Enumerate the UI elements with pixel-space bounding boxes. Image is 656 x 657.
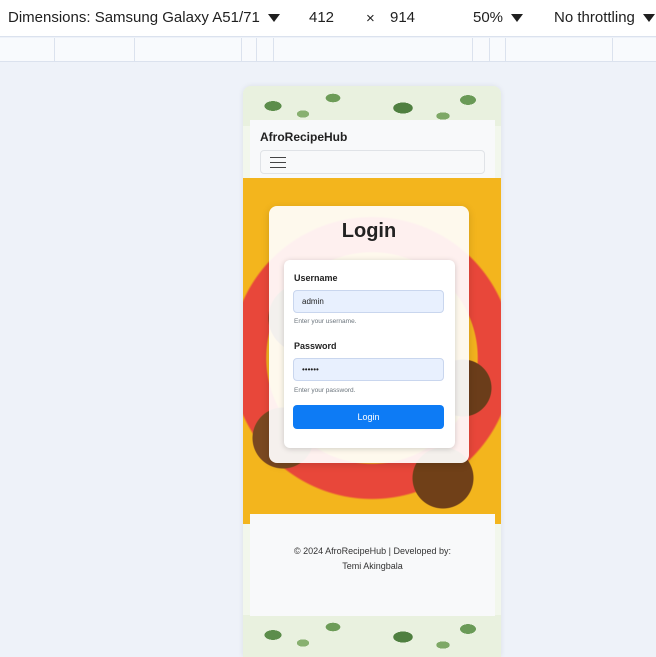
ruler-tick [256, 38, 257, 62]
width-input[interactable]: 412 [309, 9, 334, 26]
device-toolbar: Dimensions: Samsung Galaxy A51/71 412 × … [0, 0, 656, 37]
navbar-toggler-button[interactable] [260, 150, 485, 174]
chevron-down-icon [642, 13, 655, 22]
ruler-tick [241, 38, 242, 62]
throttling-value: No throttling [554, 9, 635, 26]
times-icon: × [366, 10, 375, 27]
ruler-tick [505, 38, 506, 62]
ruler-tick [273, 38, 274, 62]
footer-copyright: © 2024 AfroRecipeHub | Developed by: [293, 546, 452, 556]
footer-text: © 2024 AfroRecipeHub | Developed by: Tem… [270, 544, 475, 574]
password-label: Password [294, 341, 337, 351]
ruler-tick [472, 38, 473, 62]
media-query-ruler[interactable] [0, 38, 656, 62]
width-value: 412 [309, 9, 335, 26]
device-viewport: AfroRecipeHub Login Username admin Enter… [243, 86, 501, 657]
login-form: Username admin Enter your username. Pass… [284, 260, 455, 448]
dimensions-label: Dimensions: Samsung Galaxy A51/71 [8, 9, 260, 26]
footer-author: Temi Akingbala [342, 561, 403, 571]
navbar: AfroRecipeHub [250, 120, 495, 178]
dimensions-dropdown[interactable]: Dimensions: Samsung Galaxy A51/71 [8, 9, 280, 26]
chevron-down-icon [267, 13, 280, 22]
throttling-dropdown[interactable]: No throttling [554, 9, 655, 26]
ruler-tick [134, 38, 135, 62]
ruler-tick [54, 38, 55, 62]
chevron-down-icon [511, 13, 524, 22]
leaf-pattern-background [243, 615, 501, 657]
login-card: Login Username admin Enter your username… [269, 206, 469, 463]
password-input[interactable]: •••••• [293, 358, 444, 381]
zoom-dropdown[interactable]: 50% [473, 9, 524, 26]
ruler-tick [489, 38, 490, 62]
hamburger-icon [270, 157, 286, 168]
username-input[interactable]: admin [293, 290, 444, 313]
login-title: Login [341, 220, 397, 242]
footer: © 2024 AfroRecipeHub | Developed by: Tem… [250, 514, 495, 616]
username-hint: Enter your username. [294, 318, 357, 325]
username-label: Username [294, 273, 338, 283]
zoom-value: 50% [473, 9, 504, 26]
height-value: 914 [390, 9, 416, 26]
height-input[interactable]: 914 [390, 9, 415, 26]
password-hint: Enter your password. [294, 387, 356, 394]
brand-logo[interactable]: AfroRecipeHub [260, 130, 347, 144]
login-button[interactable]: Login [293, 405, 444, 429]
ruler-tick [612, 38, 613, 62]
